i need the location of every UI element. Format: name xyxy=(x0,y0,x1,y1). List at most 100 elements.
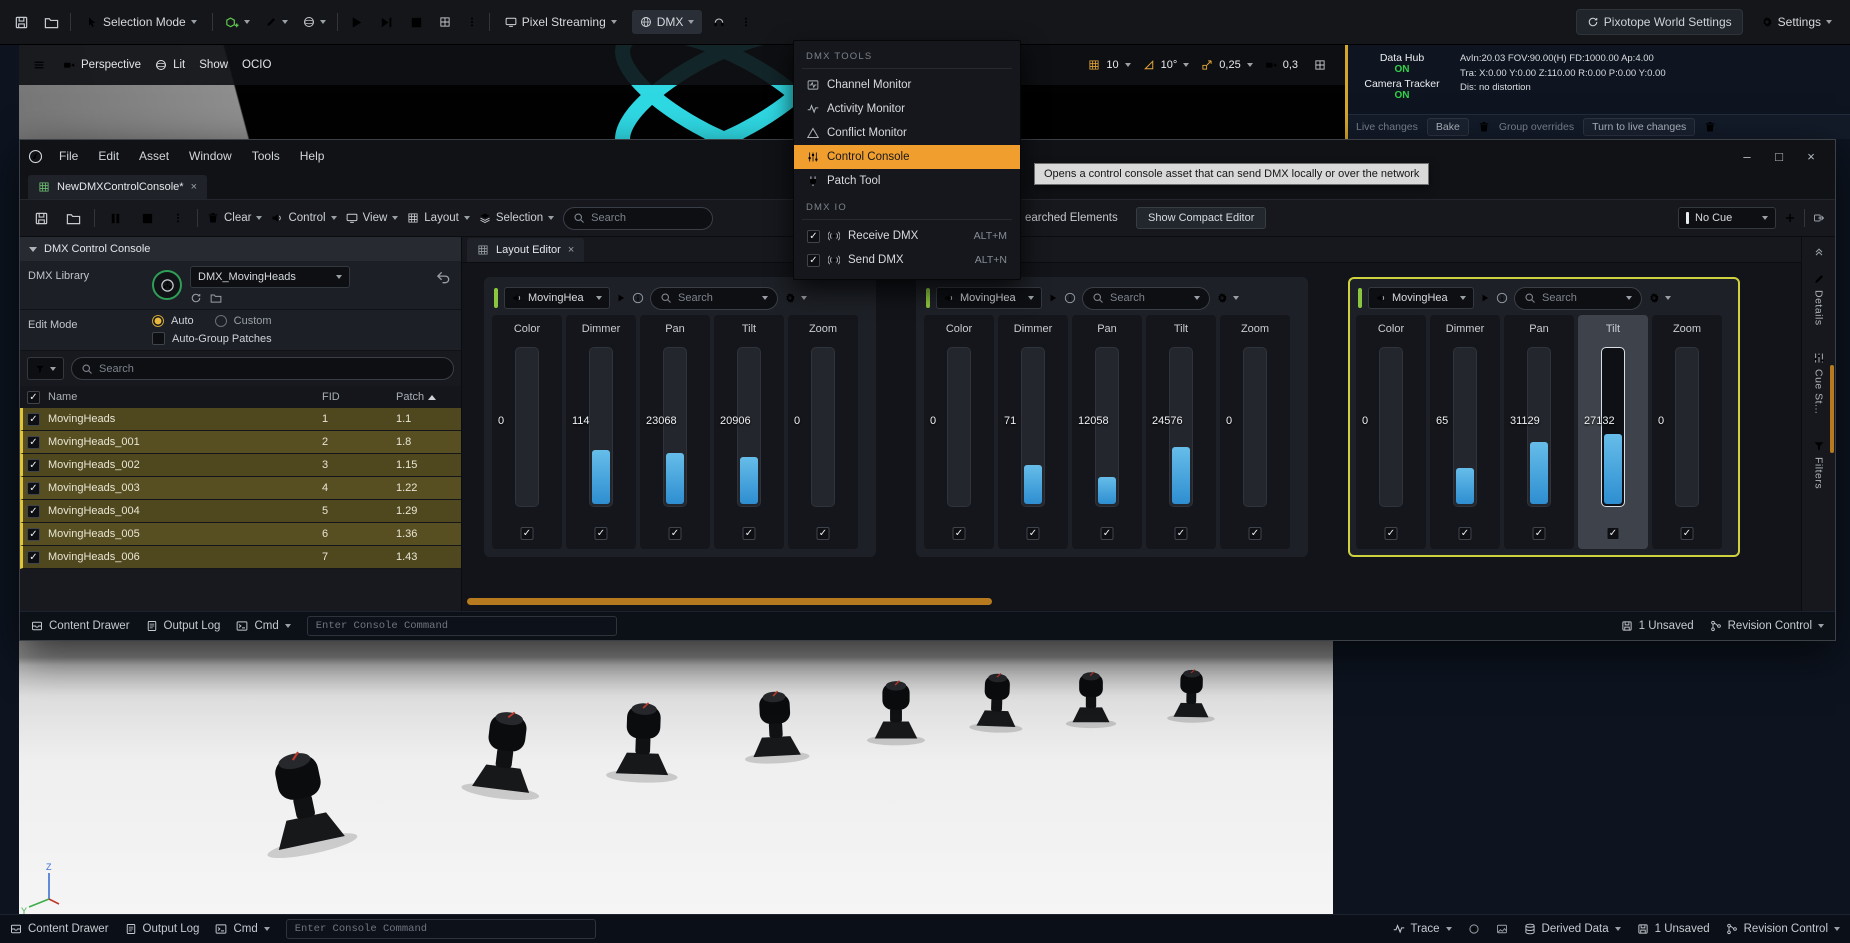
fader-track[interactable] xyxy=(515,347,539,507)
fader-enable-checkbox[interactable] xyxy=(1175,527,1188,540)
console-command-input[interactable]: Enter Console Command xyxy=(307,616,617,636)
vertical-scrollbar[interactable] xyxy=(1830,365,1834,453)
save-asset-button[interactable] xyxy=(30,207,53,230)
fader-enable-checkbox[interactable] xyxy=(1533,527,1546,540)
show-dropdown[interactable]: Show xyxy=(199,59,228,71)
frame-skip-button[interactable] xyxy=(375,11,398,34)
menu-item-conflict-monitor[interactable]: Conflict Monitor xyxy=(794,121,1020,145)
bake-button[interactable]: Bake xyxy=(1427,118,1469,136)
output-log-button[interactable]: Output Log xyxy=(125,923,200,935)
layout-editor-tab[interactable]: Layout Editor × xyxy=(467,238,584,262)
fader-pan[interactable]: Pan 23068 xyxy=(640,315,710,549)
fader-track[interactable] xyxy=(1601,347,1625,507)
patch-row-checkbox[interactable] xyxy=(27,551,40,564)
send-dmx-checkbox[interactable] xyxy=(807,254,820,267)
fader-track[interactable] xyxy=(1169,347,1193,507)
fader-enable-checkbox[interactable] xyxy=(1681,527,1694,540)
patch-row-movingheads-004[interactable]: MovingHeads_004 5 1.29 xyxy=(20,500,461,523)
fader-track[interactable] xyxy=(1095,347,1119,507)
toolbar-overflow-kebab[interactable] xyxy=(736,12,756,32)
window-menu-help[interactable]: Help xyxy=(290,145,335,167)
patch-row-checkbox[interactable] xyxy=(27,459,40,472)
save-all-button[interactable] xyxy=(10,11,33,34)
patch-row-movingheads-003[interactable]: MovingHeads_003 4 1.22 xyxy=(20,477,461,500)
group-search-input[interactable]: Search xyxy=(650,287,778,310)
target-icon[interactable] xyxy=(1468,923,1480,935)
expand-group-icon[interactable] xyxy=(616,293,626,303)
fader-color[interactable]: Color 0 xyxy=(492,315,562,549)
fader-enable-checkbox[interactable] xyxy=(1459,527,1472,540)
fader-track[interactable] xyxy=(1243,347,1267,507)
lit-dropdown[interactable]: Lit xyxy=(155,59,185,71)
menu-item-receive-dmx[interactable]: Receive DMXALT+M xyxy=(794,224,1020,248)
left-panel-header[interactable]: DMX Control Console xyxy=(20,237,461,261)
selection-mode-dropdown[interactable]: Selection Mode xyxy=(78,10,205,34)
custom-radio[interactable] xyxy=(215,315,227,327)
add-content-dropdown[interactable] xyxy=(220,11,254,34)
eject-button[interactable] xyxy=(435,12,455,32)
view-dropdown[interactable]: View xyxy=(346,212,399,224)
fader-dimmer[interactable]: Dimmer 114 xyxy=(566,315,636,549)
fader-enable-checkbox[interactable] xyxy=(1249,527,1262,540)
control-dropdown[interactable]: Control xyxy=(271,212,336,224)
fader-enable-checkbox[interactable] xyxy=(1607,527,1620,540)
auto-group-patches-checkbox[interactable] xyxy=(152,332,165,345)
patch-row-movingheads-001[interactable]: MovingHeads_001 2 1.8 xyxy=(20,431,461,454)
revision-control-dropdown[interactable]: Revision Control xyxy=(1726,923,1840,935)
cue-dropdown[interactable]: No Cue xyxy=(1678,207,1776,229)
fader-dimmer[interactable]: Dimmer 65 xyxy=(1430,315,1500,549)
show-compact-editor-button[interactable]: Show Compact Editor xyxy=(1136,207,1266,229)
cmd-dropdown[interactable]: Cmd xyxy=(215,923,269,935)
menu-item-channel-monitor[interactable]: Channel Monitor xyxy=(794,73,1020,97)
group-settings-dropdown[interactable] xyxy=(784,292,807,304)
content-browser-button[interactable] xyxy=(40,11,63,34)
fader-pan[interactable]: Pan 12058 xyxy=(1072,315,1142,549)
fader-zoom[interactable]: Zoom 0 xyxy=(1652,315,1722,549)
expand-sidebar-icon[interactable] xyxy=(1813,245,1825,257)
fader-track[interactable] xyxy=(947,347,971,507)
grid-snap-control[interactable]: 10 xyxy=(1088,59,1130,71)
refresh-library-icon[interactable] xyxy=(190,292,202,304)
trash-icon[interactable] xyxy=(1704,121,1716,133)
viewport-options-hamburger[interactable] xyxy=(29,55,49,75)
patch-row-movingheads[interactable]: MovingHeads 1 1.1 xyxy=(20,408,461,431)
patch-row-checkbox[interactable] xyxy=(27,436,40,449)
perspective-dropdown[interactable]: Perspective xyxy=(63,59,141,71)
turn-to-live-changes-button[interactable]: Turn to live changes xyxy=(1583,118,1695,136)
fader-group-2[interactable]: MovingHea Search Color 0 Dimmer 71 Pan 1… xyxy=(916,277,1308,557)
scale-snap-control[interactable]: 0,25 xyxy=(1201,59,1252,71)
close-tab-icon[interactable]: × xyxy=(191,181,197,193)
maximize-viewport-button[interactable] xyxy=(1310,55,1330,75)
fader-enable-checkbox[interactable] xyxy=(743,527,756,540)
receive-dmx-checkbox[interactable] xyxy=(807,230,820,243)
fader-tilt[interactable]: Tilt 27132 xyxy=(1578,315,1648,549)
rotation-snap-control[interactable]: 10° xyxy=(1143,59,1190,71)
fader-pan[interactable]: Pan 31129 xyxy=(1504,315,1574,549)
group-settings-dropdown[interactable] xyxy=(1216,292,1239,304)
patch-row-movingheads-002[interactable]: MovingHeads_002 3 1.15 xyxy=(20,454,461,477)
output-log-button[interactable]: Output Log xyxy=(146,620,221,632)
group-search-input[interactable]: Search xyxy=(1514,287,1642,310)
snapshot-icon[interactable] xyxy=(1496,923,1508,935)
patch-row-movingheads-006[interactable]: MovingHeads_006 7 1.43 xyxy=(20,546,461,569)
menu-item-control-console[interactable]: Control Console xyxy=(794,145,1020,169)
content-drawer-button[interactable]: Content Drawer xyxy=(10,923,109,935)
window-menu-asset[interactable]: Asset xyxy=(129,145,179,167)
window-menu-file[interactable]: File xyxy=(49,145,88,167)
fader-track[interactable] xyxy=(1453,347,1477,507)
group-settings-dropdown[interactable] xyxy=(1648,292,1671,304)
fader-enable-checkbox[interactable] xyxy=(521,527,534,540)
asset-tab[interactable]: NewDMXControlConsole* × xyxy=(28,175,207,199)
select-all-checkbox[interactable] xyxy=(27,391,40,404)
play-button[interactable] xyxy=(345,11,368,34)
fader-dimmer[interactable]: Dimmer 71 xyxy=(998,315,1068,549)
fader-enable-checkbox[interactable] xyxy=(669,527,682,540)
menu-item-activity-monitor[interactable]: Activity Monitor xyxy=(794,97,1020,121)
content-drawer-button[interactable]: Content Drawer xyxy=(31,620,130,632)
fixture-group-dropdown[interactable]: MovingHea xyxy=(936,287,1042,309)
fader-track[interactable] xyxy=(1527,347,1551,507)
auto-radio[interactable] xyxy=(152,315,164,327)
fixture-group-dropdown[interactable]: MovingHea xyxy=(1368,287,1474,309)
unsaved-button[interactable]: 1 Unsaved xyxy=(1621,620,1694,632)
platforms-dropdown[interactable] xyxy=(709,12,729,32)
